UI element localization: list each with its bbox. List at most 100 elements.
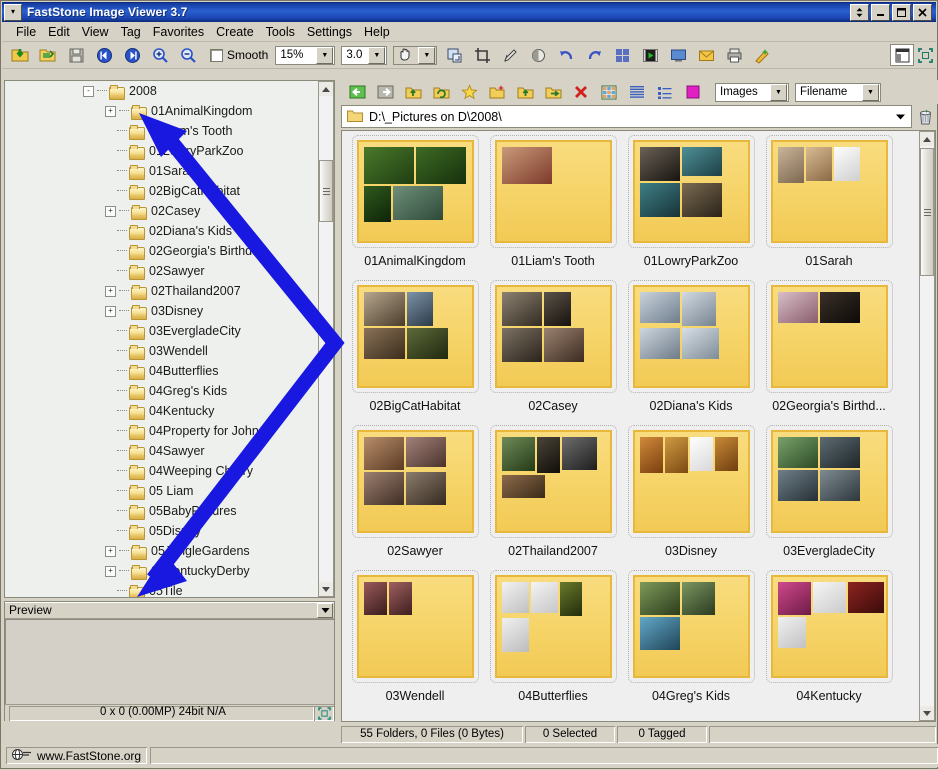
tree-row[interactable]: 04Butterflies (5, 361, 318, 381)
expand-expander-icon[interactable]: + (105, 545, 116, 557)
tree-row[interactable]: 03EvergladeCity (5, 321, 318, 341)
tree-row[interactable]: +02Thailand2007 (5, 281, 318, 301)
gamma-combo[interactable]: 3.0 ▼ (341, 45, 388, 65)
chevron-down-icon[interactable]: ▼ (368, 46, 386, 64)
smooth-checkbox-wrap[interactable]: Smooth (210, 48, 268, 62)
zoom-out-button[interactable] (174, 44, 202, 66)
print-button[interactable] (720, 44, 748, 66)
thumbnails-vertical-scrollbar[interactable] (919, 131, 935, 721)
contact-sheet-button[interactable] (608, 44, 636, 66)
new-folder-button[interactable] (483, 81, 511, 103)
zoom-in-button[interactable] (146, 44, 174, 66)
thumbnail-grid-area[interactable]: 01AnimalKingdom 01Liam's Tooth 01LowryPark… (341, 130, 936, 722)
menu-tag[interactable]: Tag (115, 23, 147, 41)
open-folder-down-button[interactable] (6, 44, 34, 66)
trash-button[interactable] (914, 105, 936, 128)
menu-tools[interactable]: Tools (260, 23, 301, 41)
thumbnail-cell[interactable]: 02Diana's Kids (622, 280, 760, 425)
menu-view[interactable]: View (76, 23, 115, 41)
expand-expander-icon[interactable]: + (105, 205, 116, 217)
menu-create[interactable]: Create (210, 23, 260, 41)
thumbnail-cell[interactable]: 04Butterflies (484, 570, 622, 715)
tree-row[interactable]: 05 Liam (5, 481, 318, 501)
collapse-expander-icon[interactable]: - (83, 85, 94, 97)
tree-row[interactable]: +05JungleGardens (5, 541, 318, 561)
tree-row[interactable]: 05BabyPictures (5, 501, 318, 521)
chevron-down-icon[interactable]: ▼ (418, 46, 436, 64)
menu-help[interactable]: Help (358, 23, 396, 41)
tree-row[interactable]: 05Disney (5, 521, 318, 541)
path-dropdown-button[interactable] (896, 112, 905, 122)
website-cell[interactable]: www.FastStone.org (6, 747, 147, 764)
wand-button[interactable] (748, 44, 776, 66)
chevron-down-icon[interactable]: ▼ (316, 46, 334, 64)
system-menu-button[interactable]: ▾ (4, 3, 22, 21)
thumbnail-cell[interactable]: 01Sarah (760, 135, 898, 280)
fit-window-button[interactable] (914, 44, 936, 66)
scroll-down-button[interactable] (319, 582, 333, 596)
thumbnail-cell[interactable]: 04Greg's Kids (622, 570, 760, 715)
minimize-button[interactable] (871, 3, 890, 21)
thumbnail-cell[interactable]: 01AnimalKingdom (346, 135, 484, 280)
up-folder-button[interactable] (399, 81, 427, 103)
back-button[interactable] (343, 81, 371, 103)
tree-row[interactable]: +03Disney (5, 301, 318, 321)
preview-image-area[interactable] (5, 619, 334, 704)
forward-button[interactable] (371, 81, 399, 103)
tree-row[interactable]: +01AnimalKingdom (5, 101, 318, 121)
save-button[interactable] (62, 44, 90, 66)
thumbnail-cell[interactable]: 02Sawyer (346, 425, 484, 570)
thumbnail-cell[interactable]: 03Disney (622, 425, 760, 570)
thumbnail-cell[interactable]: 01Liam's Tooth (484, 135, 622, 280)
expand-expander-icon[interactable]: + (105, 285, 116, 297)
zoom-level-combo[interactable]: 15% ▼ (275, 45, 336, 65)
thumbnail-view-button[interactable] (595, 81, 623, 103)
move-to-folder-button[interactable] (539, 81, 567, 103)
hand-tool-combo[interactable]: ▼ (393, 45, 438, 65)
tag-color-button[interactable] (679, 81, 707, 103)
tree-row[interactable]: 02Diana's Kids (5, 221, 318, 241)
tree-row[interactable]: 04Weeping Cherry (5, 461, 318, 481)
tree-row[interactable]: 01LowryParkZoo (5, 141, 318, 161)
thumbnail-cell[interactable]: 02Georgia's Birthd... (760, 280, 898, 425)
clone-stamp-button[interactable] (524, 44, 552, 66)
thumbnail-cell[interactable]: 02BigCatHabitat (346, 280, 484, 425)
expand-expander-icon[interactable]: + (105, 565, 116, 577)
tree-row[interactable]: +05KentuckyDerby (5, 561, 318, 581)
menu-favorites[interactable]: Favorites (147, 23, 210, 41)
favorites-star-button[interactable] (455, 81, 483, 103)
toggle-browser-layout-button[interactable] (890, 44, 914, 66)
next-image-button[interactable] (118, 44, 146, 66)
filter-combo[interactable]: Images ▼ (715, 82, 789, 102)
path-bar[interactable]: D:\_Pictures on D\2008\ (341, 105, 912, 128)
thumbnail-cell[interactable]: 02Casey (484, 280, 622, 425)
expand-expander-icon[interactable]: + (105, 305, 116, 317)
copy-to-folder-button[interactable] (511, 81, 539, 103)
smooth-checkbox[interactable] (210, 48, 223, 62)
expand-expander-icon[interactable]: + (105, 105, 116, 117)
scroll-up-button[interactable] (319, 82, 333, 96)
resize-button[interactable] (440, 44, 468, 66)
slideshow-button[interactable] (636, 44, 664, 66)
detail-view-button[interactable] (651, 81, 679, 103)
thumbnail-cell[interactable]: 03Wendell (346, 570, 484, 715)
maximize-button[interactable] (892, 3, 911, 21)
tree-row[interactable]: 01Sarah (5, 161, 318, 181)
thumbnail-cell[interactable]: 03EvergladeCity (760, 425, 898, 570)
undo-button[interactable] (552, 44, 580, 66)
tree-row[interactable]: 03Wendell (5, 341, 318, 361)
tree-row[interactable]: 04Sawyer (5, 441, 318, 461)
scroll-down-button[interactable] (920, 706, 934, 720)
sort-combo[interactable]: Filename ▼ (795, 82, 881, 102)
restore-updown-button[interactable] (850, 3, 869, 21)
thumbnail-cell[interactable]: 02Thailand2007 (484, 425, 622, 570)
crop-button[interactable] (468, 44, 496, 66)
tree-root-row[interactable]: - 2008 (5, 81, 318, 101)
email-button[interactable] (692, 44, 720, 66)
folder-tree[interactable]: - 2008 +01AnimalKingdom 01Liam's Tooth 01Low… (4, 80, 335, 598)
previous-image-button[interactable] (90, 44, 118, 66)
redo-button[interactable] (580, 44, 608, 66)
thumbnail-cell[interactable]: 04Kentucky (760, 570, 898, 715)
tree-vertical-scrollbar[interactable] (318, 81, 334, 597)
chevron-down-icon[interactable]: ▼ (770, 83, 787, 101)
